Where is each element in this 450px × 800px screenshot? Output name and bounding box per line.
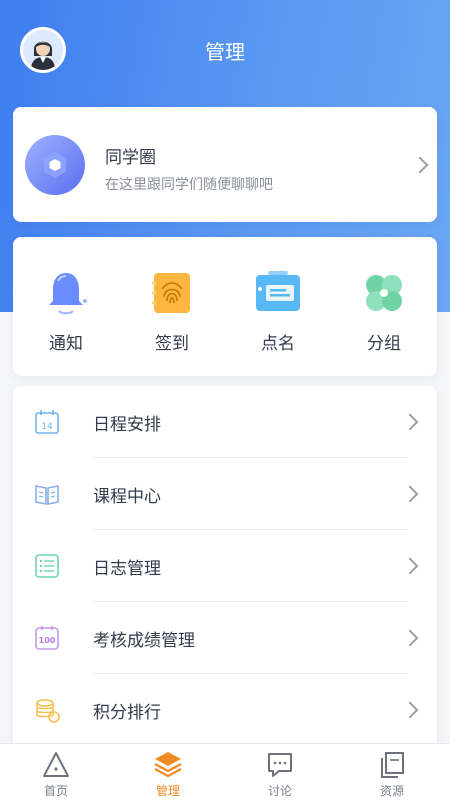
tab-label: 管理 xyxy=(155,784,180,798)
menu-item-points-ranking[interactable]: 积分排行 xyxy=(13,674,437,746)
menu-item-label: 日志管理 xyxy=(93,559,161,579)
menu-item-course-center[interactable]: 课程中心 xyxy=(13,458,437,530)
quick-actions-card: 通知 签到 点名 分组 xyxy=(13,237,437,376)
score-text: 100 xyxy=(39,636,56,645)
layers-icon xyxy=(154,752,182,778)
chevron-right-icon xyxy=(401,701,419,719)
chevron-right-icon xyxy=(401,413,419,431)
fingerprint-icon xyxy=(152,273,190,313)
tab-home[interactable]: 首页 xyxy=(0,744,112,800)
tab-resources[interactable]: 资源 xyxy=(336,744,448,800)
coins-icon xyxy=(36,699,60,723)
circle-title: 同学圈 xyxy=(105,148,156,168)
management-menu: 14 日程安排 课程中心 日志管理 100 考核成绩管理 积分排行 xyxy=(13,386,437,746)
circle-hexagon-icon xyxy=(25,135,85,195)
chevron-right-icon xyxy=(401,485,419,503)
tab-label: 讨论 xyxy=(267,784,292,798)
menu-item-label: 课程中心 xyxy=(93,487,161,507)
roll-call-icon xyxy=(256,271,300,311)
book-icon xyxy=(35,485,59,505)
quick-action-rollcall[interactable]: 点名 xyxy=(225,261,331,361)
files-icon xyxy=(381,752,404,778)
tab-discuss[interactable]: 讨论 xyxy=(224,744,336,800)
classmate-circle-card[interactable]: 同学圈 在这里跟同学们随便聊聊吧 xyxy=(13,107,437,222)
quick-action-label: 分组 xyxy=(367,334,401,354)
tab-label: 首页 xyxy=(43,784,68,798)
quick-action-checkin[interactable]: 签到 xyxy=(119,261,225,361)
tab-label: 资源 xyxy=(379,784,404,798)
quick-action-label: 签到 xyxy=(155,334,189,354)
tab-manage[interactable]: 管理 xyxy=(112,744,224,800)
menu-item-label: 日程安排 xyxy=(93,415,161,435)
quick-action-group[interactable]: 分组 xyxy=(331,261,437,361)
bottom-tab-bar: 首页 管理 讨论 资源 xyxy=(0,743,450,800)
calendar-day-text: 14 xyxy=(41,422,53,432)
chevron-right-icon xyxy=(401,629,419,647)
menu-item-schedule[interactable]: 14 日程安排 xyxy=(13,386,437,458)
score-icon: 100 xyxy=(35,626,59,650)
calendar-icon: 14 xyxy=(35,410,59,434)
menu-item-label: 积分排行 xyxy=(93,703,161,723)
circle-subtitle: 在这里跟同学们随便聊聊吧 xyxy=(105,177,273,193)
chevron-right-icon xyxy=(401,557,419,575)
bell-icon xyxy=(49,273,87,315)
menu-item-label: 考核成绩管理 xyxy=(93,631,195,651)
top-bar: 管理 xyxy=(0,0,450,100)
menu-item-log-management[interactable]: 日志管理 xyxy=(13,530,437,602)
chevron-right-icon xyxy=(411,156,429,174)
log-list-icon xyxy=(35,554,59,578)
quick-action-notice[interactable]: 通知 xyxy=(13,261,119,361)
page-title: 管理 xyxy=(205,40,245,64)
menu-item-score-management[interactable]: 100 考核成绩管理 xyxy=(13,602,437,674)
chat-icon xyxy=(268,753,292,777)
quick-action-label: 通知 xyxy=(49,334,83,354)
quick-action-label: 点名 xyxy=(261,334,295,354)
clover-group-icon xyxy=(366,275,402,311)
home-triangle-icon xyxy=(43,752,69,777)
